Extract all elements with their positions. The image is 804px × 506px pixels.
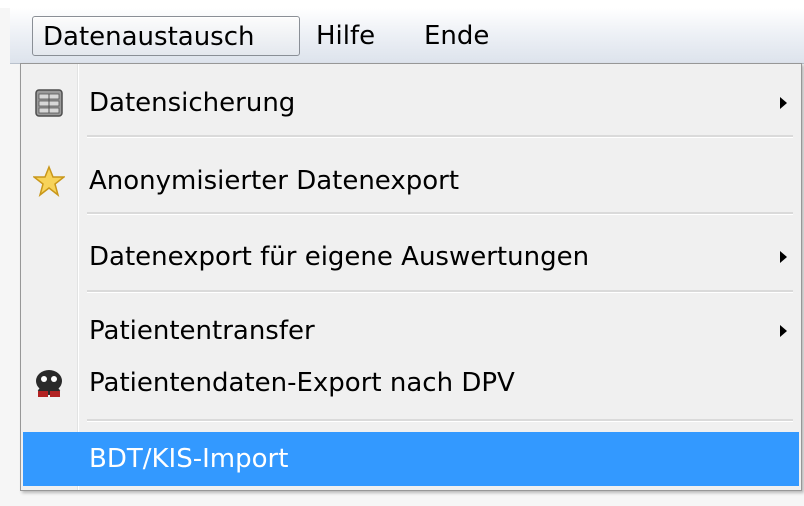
menu-item-patientendaten-export-dpv[interactable]: Patientendaten-Export nach DPV bbox=[23, 356, 799, 410]
menu-item-label: Datensicherung bbox=[89, 88, 296, 118]
menu-separator bbox=[87, 419, 793, 422]
submenu-arrow-icon bbox=[780, 97, 787, 109]
menu-item-label: Anonymisierter Datenexport bbox=[89, 166, 460, 196]
menu-item-bdt-kis-import[interactable]: BDT/KIS-Import bbox=[23, 432, 799, 486]
menu-hilfe[interactable]: Hilfe bbox=[306, 16, 385, 56]
menu-item-label: Patiententransfer bbox=[89, 316, 315, 346]
menu-item-patiententransfer[interactable]: Patiententransfer bbox=[23, 304, 799, 358]
dpv-logo-icon bbox=[33, 367, 65, 399]
menu-separator bbox=[87, 212, 793, 215]
star-icon bbox=[31, 164, 67, 197]
menu-item-label: BDT/KIS-Import bbox=[89, 444, 289, 474]
submenu-arrow-icon bbox=[780, 251, 787, 263]
menu-ende[interactable]: Ende bbox=[414, 16, 499, 56]
menu-item-anonymisierter-datenexport[interactable]: Anonymisierter Datenexport bbox=[23, 154, 799, 208]
menu-item-label: Patientendaten-Export nach DPV bbox=[89, 368, 515, 398]
screen: Datenaustausch Hilfe Ende Datensicherung bbox=[0, 0, 804, 506]
datenaustausch-dropdown: Datensicherung Anonymisierter Datenexpor… bbox=[20, 63, 802, 491]
menu-datenaustausch[interactable]: Datenaustausch bbox=[32, 16, 300, 56]
submenu-arrow-icon bbox=[780, 325, 787, 337]
menu-separator bbox=[87, 135, 793, 138]
window-top-edge bbox=[0, 0, 804, 8]
database-icon bbox=[33, 87, 65, 119]
menu-bar: Datenaustausch Hilfe Ende bbox=[10, 8, 804, 64]
menu-item-label: Datenexport für eigene Auswertungen bbox=[89, 242, 590, 272]
menu-item-datensicherung[interactable]: Datensicherung bbox=[23, 76, 799, 130]
menu-separator bbox=[87, 290, 793, 293]
menu-item-datenexport-eigene-auswertungen[interactable]: Datenexport für eigene Auswertungen bbox=[23, 230, 799, 284]
